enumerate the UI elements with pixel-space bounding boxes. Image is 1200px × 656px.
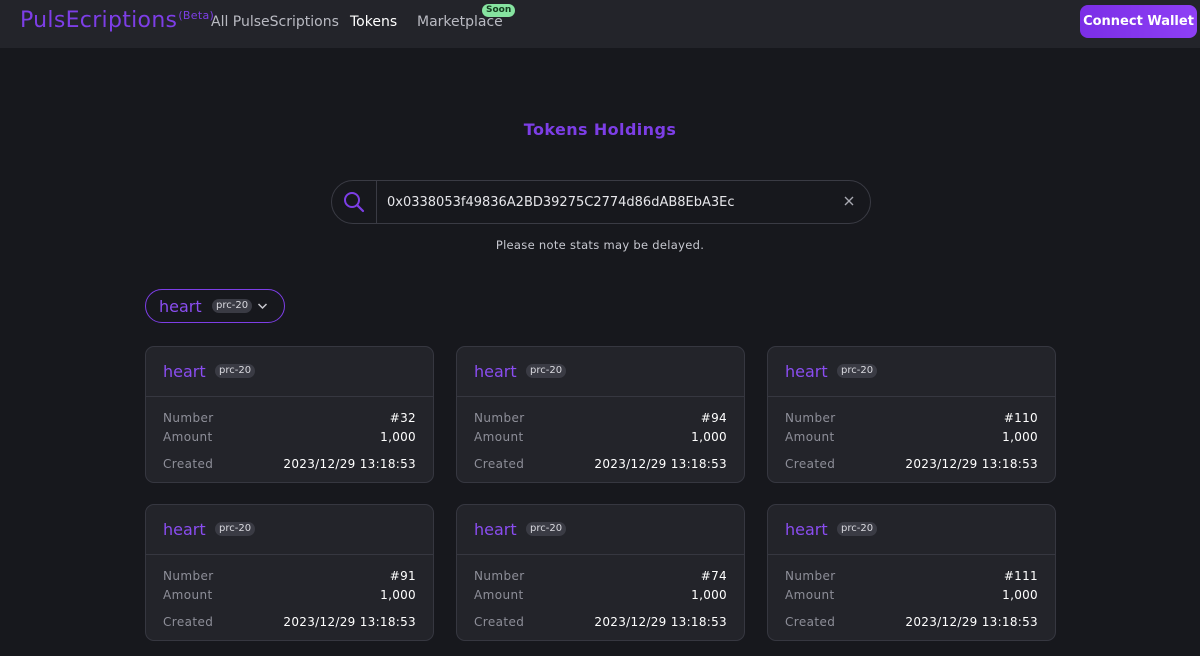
amount-label: Amount [163, 430, 213, 444]
soon-badge: Soon [482, 4, 516, 17]
number-value: #74 [700, 569, 727, 583]
created-label: Created [163, 615, 214, 629]
amount-label: Amount [474, 588, 524, 602]
card-token-name: heart [785, 362, 828, 381]
search-icon [344, 192, 365, 213]
stats-delay-note: Please note stats may be delayed. [495, 238, 705, 252]
token-card[interactable]: heart prc-20 Number #110 Amount 1,000 Cr… [767, 346, 1056, 483]
search-button[interactable] [332, 181, 377, 223]
token-card[interactable]: heart prc-20 Number #32 Amount 1,000 Cre… [145, 346, 434, 483]
created-label: Created [785, 457, 836, 471]
amount-value: 1,000 [1002, 430, 1038, 444]
card-token-name: heart [163, 362, 206, 381]
card-divider [768, 554, 1055, 555]
number-label: Number [163, 569, 214, 583]
token-card[interactable]: heart prc-20 Number #111 Amount 1,000 Cr… [767, 504, 1056, 641]
card-divider [768, 396, 1055, 397]
connect-wallet-button[interactable]: Connect Wallet [1080, 5, 1197, 38]
card-token-name: heart [785, 520, 828, 539]
brand-logo[interactable]: PulsEcriptions(Beta) [20, 8, 214, 33]
number-value: #91 [389, 569, 416, 583]
number-value: #111 [1003, 569, 1038, 583]
card-standard-badge: prc-20 [526, 364, 567, 378]
created-value: 2023/12/29 13:18:53 [594, 457, 727, 471]
filter-token-name: heart [159, 297, 202, 316]
number-value: #32 [389, 411, 416, 425]
card-divider [457, 554, 744, 555]
created-label: Created [474, 457, 525, 471]
page-title: Tokens Holdings [523, 120, 677, 139]
card-token-name: heart [163, 520, 206, 539]
card-standard-badge: prc-20 [837, 364, 878, 378]
amount-label: Amount [785, 588, 835, 602]
clear-icon[interactable] [842, 194, 856, 208]
token-card[interactable]: heart prc-20 Number #74 Amount 1,000 Cre… [456, 504, 745, 641]
created-value: 2023/12/29 13:18:53 [283, 615, 416, 629]
chevron-down-icon [257, 303, 268, 310]
number-label: Number [785, 411, 836, 425]
amount-label: Amount [163, 588, 213, 602]
amount-value: 1,000 [380, 588, 416, 602]
amount-value: 1,000 [380, 430, 416, 444]
card-standard-badge: prc-20 [837, 522, 878, 536]
created-value: 2023/12/29 13:18:53 [905, 457, 1038, 471]
amount-value: 1,000 [1002, 588, 1038, 602]
card-divider [146, 554, 433, 555]
number-value: #94 [700, 411, 727, 425]
number-label: Number [474, 569, 525, 583]
card-token-name: heart [474, 362, 517, 381]
amount-label: Amount [785, 430, 835, 444]
amount-label: Amount [474, 430, 524, 444]
card-standard-badge: prc-20 [215, 522, 256, 536]
card-standard-badge: prc-20 [215, 364, 256, 378]
number-label: Number [785, 569, 836, 583]
token-card[interactable]: heart prc-20 Number #94 Amount 1,000 Cre… [456, 346, 745, 483]
filter-standard-badge: prc-20 [212, 299, 253, 313]
token-filter-dropdown[interactable]: heart prc-20 [145, 289, 285, 323]
top-nav-bar: PulsEcriptions(Beta) All PulseScriptions… [0, 0, 1200, 48]
card-divider [457, 396, 744, 397]
number-label: Number [474, 411, 525, 425]
brand-name: PulsEcriptions [20, 8, 178, 33]
address-search [331, 180, 871, 224]
amount-value: 1,000 [691, 430, 727, 444]
created-label: Created [474, 615, 525, 629]
created-label: Created [785, 615, 836, 629]
created-value: 2023/12/29 13:18:53 [594, 615, 727, 629]
nav-tokens[interactable]: Tokens [350, 14, 397, 30]
number-label: Number [163, 411, 214, 425]
created-value: 2023/12/29 13:18:53 [905, 615, 1038, 629]
created-value: 2023/12/29 13:18:53 [283, 457, 416, 471]
amount-value: 1,000 [691, 588, 727, 602]
card-divider [146, 396, 433, 397]
created-label: Created [163, 457, 214, 471]
nav-all-pulsescriptions[interactable]: All PulseScriptions [211, 14, 339, 30]
token-card[interactable]: heart prc-20 Number #91 Amount 1,000 Cre… [145, 504, 434, 641]
card-token-name: heart [474, 520, 517, 539]
beta-label: (Beta) [178, 9, 215, 22]
card-standard-badge: prc-20 [526, 522, 567, 536]
number-value: #110 [1003, 411, 1038, 425]
address-search-input[interactable] [387, 191, 827, 213]
